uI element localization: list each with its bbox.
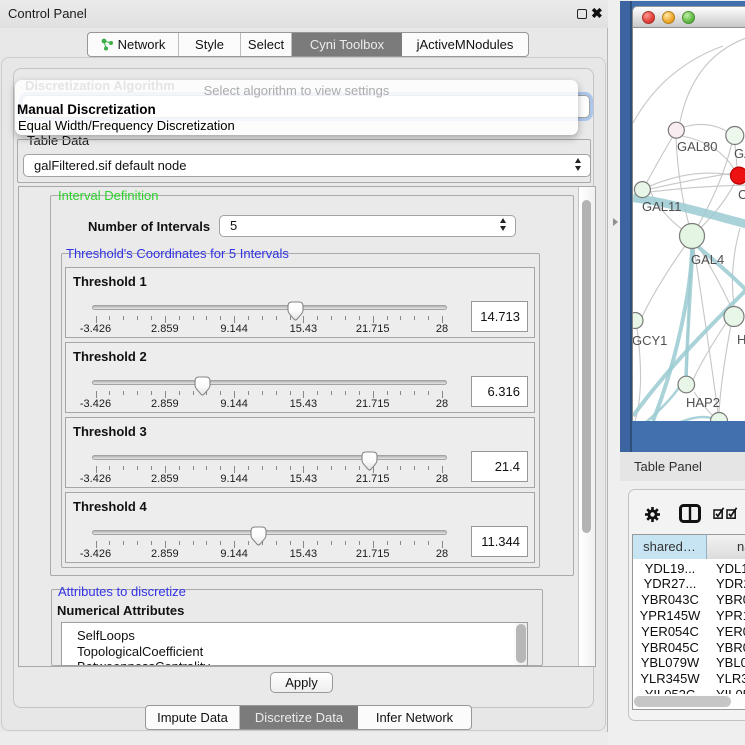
svg-text:GAL80: GAL80 xyxy=(677,139,717,154)
svg-text:GAL4: GAL4 xyxy=(691,252,724,267)
svg-text:GAL11: GAL11 xyxy=(642,199,682,214)
svg-text:GA: GA xyxy=(734,146,745,161)
svg-text:CA: CA xyxy=(738,187,745,202)
svg-text:GCY1: GCY1 xyxy=(633,333,667,348)
svg-text:H: H xyxy=(737,332,745,347)
svg-text:HAP2: HAP2 xyxy=(686,395,720,410)
